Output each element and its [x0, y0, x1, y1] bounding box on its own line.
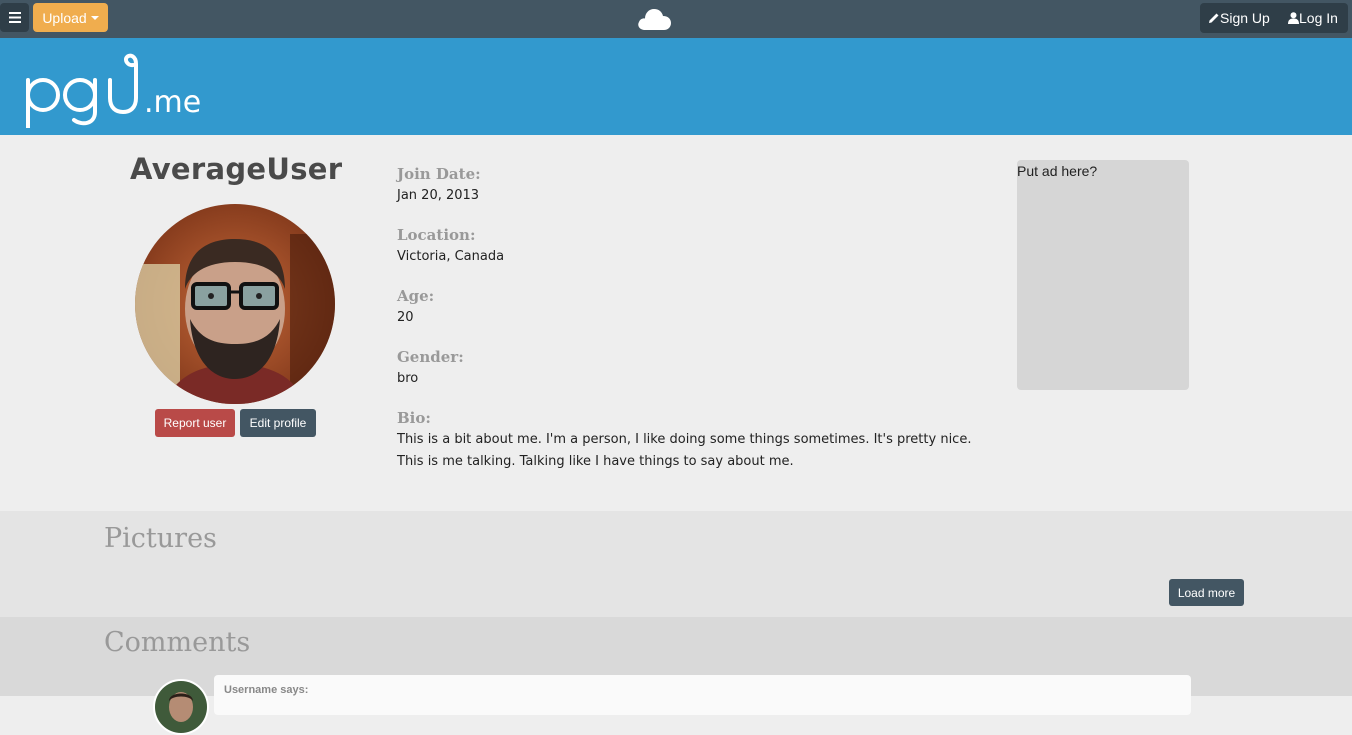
comment-item: Username says: [214, 675, 1191, 715]
site-banner: .me [0, 38, 1352, 135]
profile-avatar [135, 204, 335, 404]
report-user-button[interactable]: Report user [155, 409, 235, 437]
location-label: Location: [397, 226, 476, 244]
bio-label: Bio: [397, 409, 431, 427]
pictures-section: Pictures Load more [0, 511, 1352, 617]
comments-title: Comments [104, 627, 251, 658]
load-more-button[interactable]: Load more [1169, 579, 1244, 606]
gender-label: Gender: [397, 348, 464, 366]
location-value: Victoria, Canada [397, 249, 505, 264]
upload-button[interactable]: Upload [33, 3, 108, 32]
profile-username: AverageUser [130, 152, 343, 186]
age-value: 20 [397, 310, 414, 325]
hamburger-icon [8, 12, 21, 23]
login-button[interactable]: Log In [1278, 3, 1338, 33]
site-logo[interactable]: .me [24, 46, 214, 128]
signup-label: Sign Up [1220, 10, 1270, 26]
menu-button[interactable] [0, 3, 29, 32]
logo-domain-text: .me [144, 85, 201, 120]
profile-info: Join Date: Jan 20, 2013 Location: Victor… [397, 163, 977, 490]
login-label: Log In [1299, 10, 1338, 26]
join-date-label: Join Date: [397, 165, 481, 183]
gender-value: bro [397, 371, 419, 386]
ad-placeholder: Put ad here? [1017, 160, 1189, 390]
ad-text: Put ad here? [1017, 163, 1098, 179]
top-navbar: Upload Sign Up Log In [0, 0, 1352, 38]
signup-button[interactable]: Sign Up [1200, 3, 1278, 33]
pencil-icon [1209, 13, 1219, 23]
comment-avatar[interactable] [153, 679, 209, 735]
auth-buttons: Sign Up Log In [1200, 3, 1348, 33]
upload-label: Upload [42, 9, 87, 26]
comments-section: Comments Username says: [0, 617, 1352, 735]
join-date-value: Jan 20, 2013 [397, 188, 480, 203]
age-label: Age: [397, 287, 435, 305]
edit-profile-button[interactable]: Edit profile [240, 409, 316, 437]
bio-value: This is a bit about me. I'm a person, I … [397, 432, 972, 469]
user-icon [1288, 12, 1299, 24]
pictures-title: Pictures [104, 523, 217, 554]
caret-down-icon [90, 15, 99, 20]
cloud-icon[interactable] [636, 4, 672, 32]
comment-author: Username says: [224, 684, 309, 696]
